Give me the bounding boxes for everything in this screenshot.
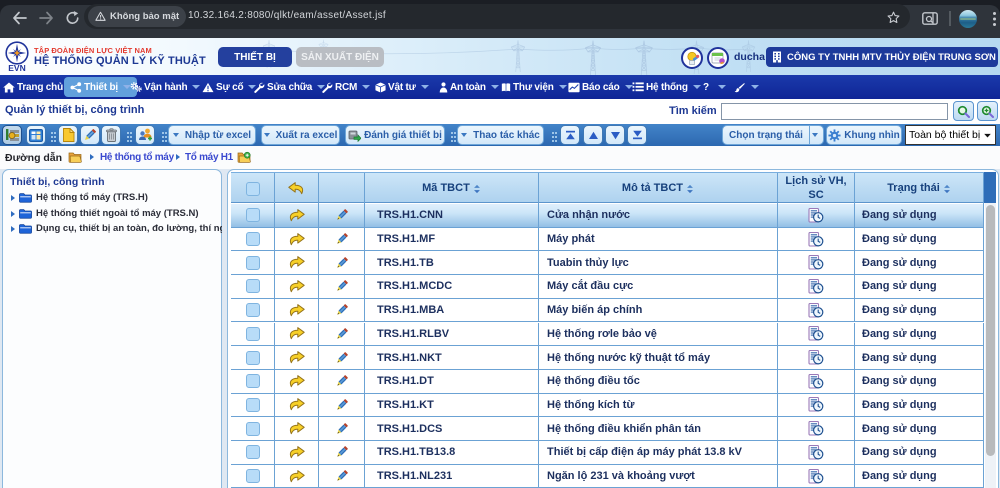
svg-text:EVN: EVN	[8, 63, 25, 72]
